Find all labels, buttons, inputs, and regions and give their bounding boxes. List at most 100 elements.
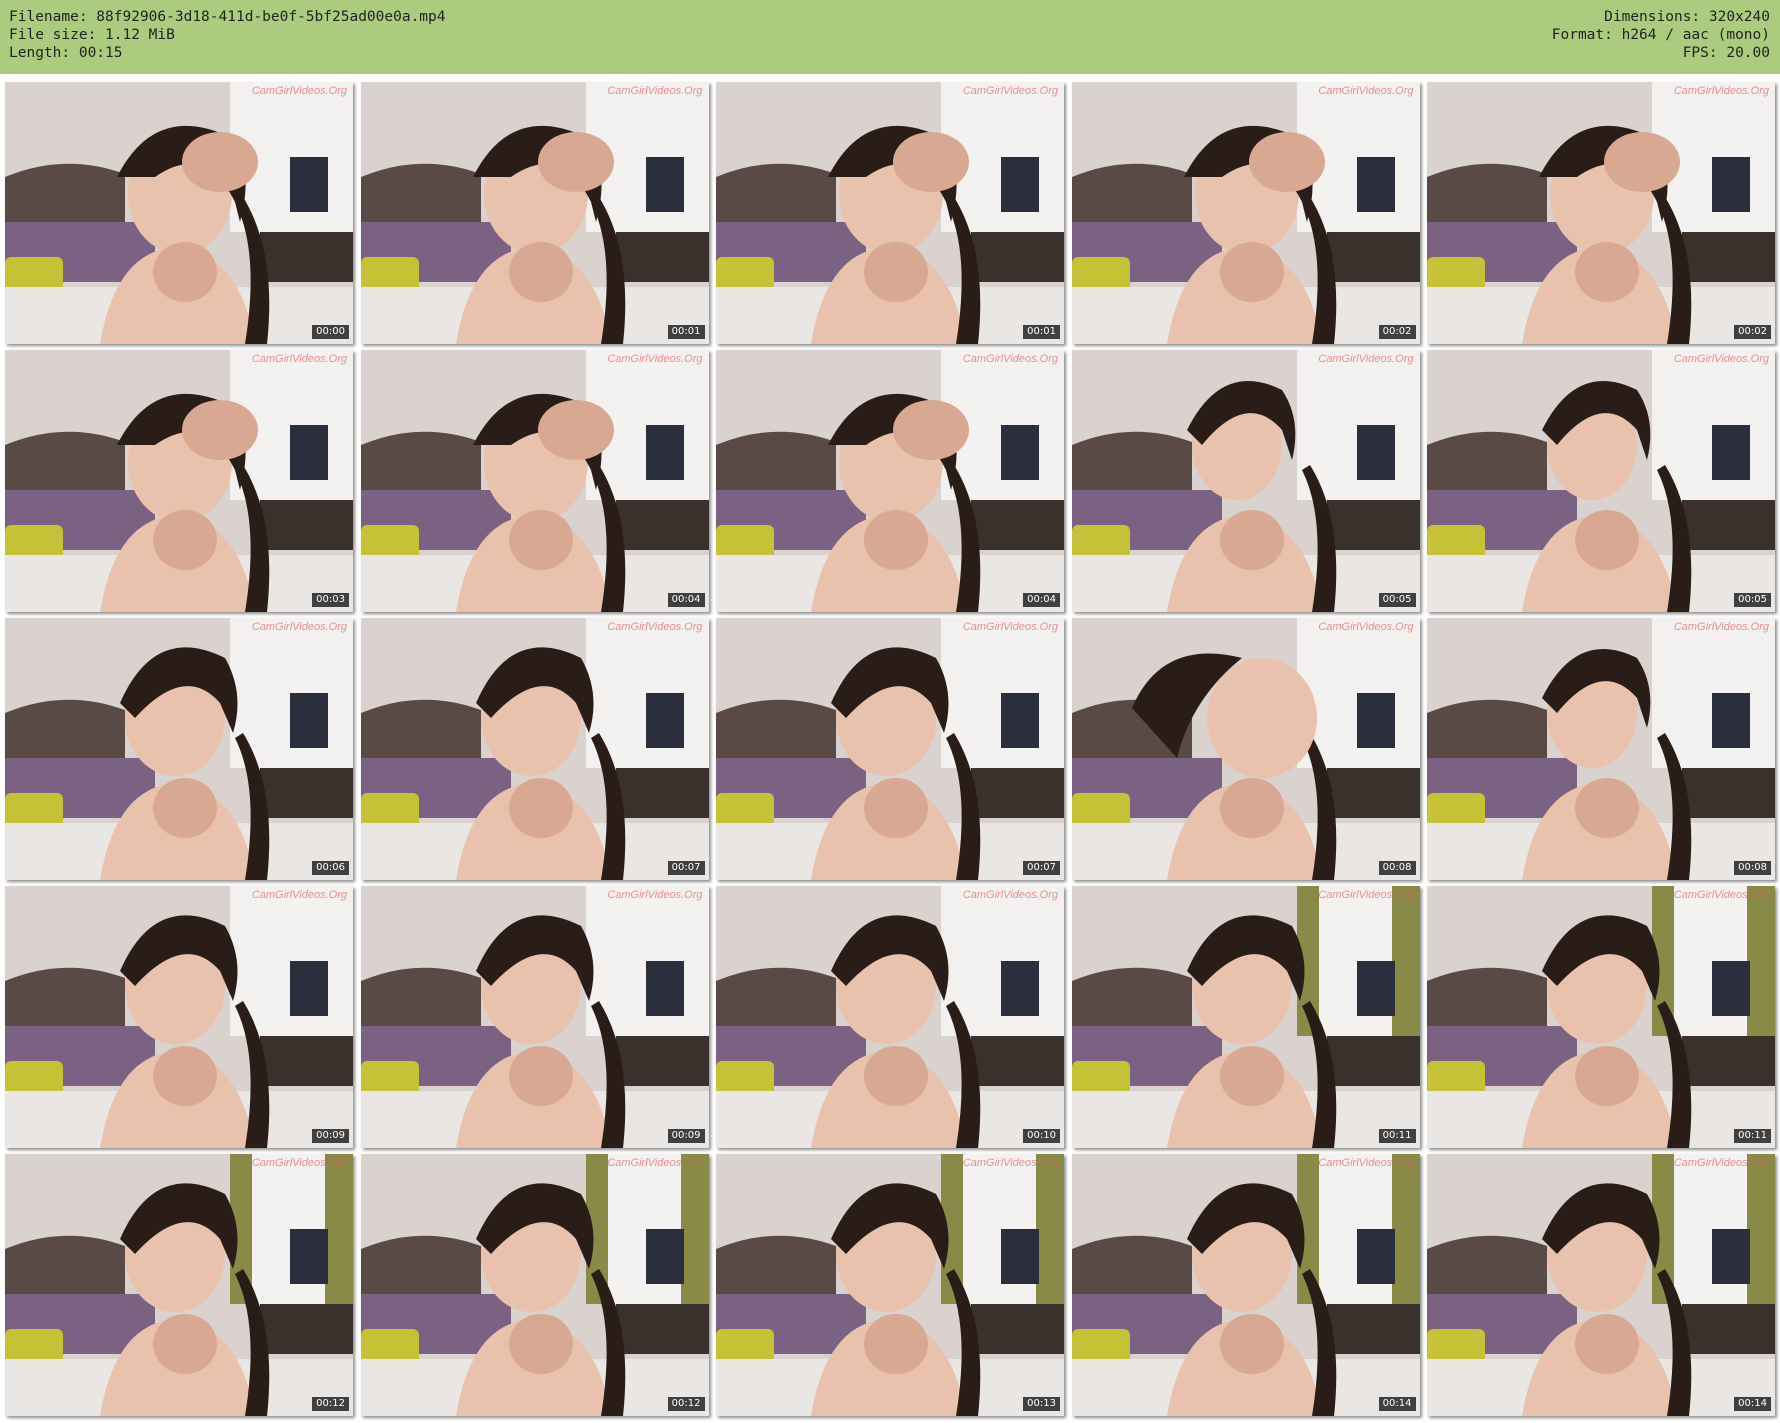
video-frame-thumbnail: CamGirlVideos.Org 00:06 <box>5 618 353 880</box>
watermark-logo: CamGirlVideos.Org <box>1318 85 1414 97</box>
video-frame-thumbnail: CamGirlVideos.Org 00:13 <box>716 1154 1064 1416</box>
watermark-logo: CamGirlVideos.Org <box>1673 85 1769 97</box>
frame-image <box>1427 82 1775 344</box>
watermark-logo: CamGirlVideos.Org <box>962 1157 1058 1169</box>
format-text: Format: h264 / aac (mono) <box>1551 27 1770 43</box>
frame-image <box>1427 618 1775 880</box>
frame-image <box>360 350 709 612</box>
frame-timestamp: 00:11 <box>1378 1129 1416 1143</box>
video-frame-thumbnail: CamGirlVideos.Org 00:03 <box>5 350 353 612</box>
dimensions-text: Dimensions: 320x240 <box>1604 9 1770 25</box>
frame-timestamp: 00:14 <box>1378 1397 1416 1411</box>
video-frame-thumbnail: CamGirlVideos.Org 00:12 <box>360 1154 709 1416</box>
video-frame-thumbnail: CamGirlVideos.Org 00:08 <box>1071 618 1420 880</box>
video-frame-thumbnail: CamGirlVideos.Org 00:01 <box>716 82 1064 344</box>
video-frame-thumbnail: CamGirlVideos.Org 00:02 <box>1427 82 1775 344</box>
fps-text: FPS: 20.00 <box>1682 45 1770 61</box>
frame-image <box>716 886 1064 1148</box>
frame-image <box>1427 1154 1775 1416</box>
watermark-logo: CamGirlVideos.Org <box>251 353 347 365</box>
video-frame-thumbnail: CamGirlVideos.Org 00:04 <box>716 350 1064 612</box>
watermark-logo: CamGirlVideos.Org <box>607 621 703 633</box>
video-frame-thumbnail: CamGirlVideos.Org 00:08 <box>1427 618 1775 880</box>
video-frame-thumbnail: CamGirlVideos.Org 00:10 <box>716 886 1064 1148</box>
video-frame-thumbnail: CamGirlVideos.Org 00:00 <box>5 82 353 344</box>
video-frame-thumbnail: CamGirlVideos.Org 00:07 <box>716 618 1064 880</box>
watermark-logo: CamGirlVideos.Org <box>607 1157 703 1169</box>
frame-image <box>1071 82 1420 344</box>
watermark-logo: CamGirlVideos.Org <box>251 1157 347 1169</box>
frame-timestamp: 00:00 <box>312 325 349 339</box>
watermark-logo: CamGirlVideos.Org <box>1318 621 1414 633</box>
video-frame-thumbnail: CamGirlVideos.Org 00:09 <box>5 886 353 1148</box>
frame-timestamp: 00:05 <box>1734 593 1771 607</box>
watermark-logo: CamGirlVideos.Org <box>251 889 347 901</box>
frame-timestamp: 00:09 <box>667 1129 705 1143</box>
frame-image <box>1427 350 1775 612</box>
video-frame-thumbnail: CamGirlVideos.Org 00:04 <box>360 350 709 612</box>
video-frame-thumbnail: CamGirlVideos.Org 00:14 <box>1427 1154 1775 1416</box>
watermark-logo: CamGirlVideos.Org <box>1673 1157 1769 1169</box>
watermark-logo: CamGirlVideos.Org <box>251 85 347 97</box>
info-header: Filename: 88f92906-3d18-411d-be0f-5bf25a… <box>0 0 1780 74</box>
filesize-text: File size: 1.12 MiB <box>9 27 175 43</box>
filename-text: Filename: 88f92906-3d18-411d-be0f-5bf25a… <box>9 9 446 25</box>
frame-image <box>360 618 709 880</box>
watermark-logo: CamGirlVideos.Org <box>1318 889 1414 901</box>
stream-info: Dimensions: 320x240 Format: h264 / aac (… <box>1552 8 1770 62</box>
video-frame-thumbnail: CamGirlVideos.Org 00:09 <box>360 886 709 1148</box>
frame-image <box>360 82 709 344</box>
frame-timestamp: 00:04 <box>1023 593 1060 607</box>
watermark-logo: CamGirlVideos.Org <box>251 621 347 633</box>
frame-image <box>716 350 1064 612</box>
frame-image <box>1071 618 1420 880</box>
frame-image <box>360 886 709 1148</box>
frame-timestamp: 00:13 <box>1023 1397 1060 1411</box>
video-frame-thumbnail: CamGirlVideos.Org 00:05 <box>1071 350 1420 612</box>
frame-timestamp: 00:09 <box>312 1129 349 1143</box>
watermark-logo: CamGirlVideos.Org <box>1673 353 1769 365</box>
video-frame-thumbnail: CamGirlVideos.Org 00:02 <box>1071 82 1420 344</box>
frame-image <box>716 618 1064 880</box>
watermark-logo: CamGirlVideos.Org <box>962 889 1058 901</box>
watermark-logo: CamGirlVideos.Org <box>607 889 703 901</box>
watermark-logo: CamGirlVideos.Org <box>1318 353 1414 365</box>
frame-image <box>1071 886 1420 1148</box>
frame-image <box>1071 1154 1420 1416</box>
frame-timestamp: 00:05 <box>1378 593 1416 607</box>
frame-image <box>5 1154 353 1416</box>
frame-image <box>1427 886 1775 1148</box>
video-frame-thumbnail: CamGirlVideos.Org 00:11 <box>1427 886 1775 1148</box>
video-frame-thumbnail: CamGirlVideos.Org 00:12 <box>5 1154 353 1416</box>
thumbnail-grid: CamGirlVideos.Org 00:00 CamGirlVideos.Org 0… <box>0 74 1780 1423</box>
frame-image <box>5 886 353 1148</box>
video-frame-thumbnail: CamGirlVideos.Org 00:05 <box>1427 350 1775 612</box>
frame-timestamp: 00:12 <box>312 1397 349 1411</box>
watermark-logo: CamGirlVideos.Org <box>1318 1157 1414 1169</box>
file-info: Filename: 88f92906-3d18-411d-be0f-5bf25a… <box>9 8 446 62</box>
watermark-logo: CamGirlVideos.Org <box>962 621 1058 633</box>
frame-timestamp: 00:02 <box>1734 325 1771 339</box>
frame-image <box>716 82 1064 344</box>
frame-timestamp: 00:07 <box>667 861 705 875</box>
frame-timestamp: 00:10 <box>1023 1129 1060 1143</box>
frame-timestamp: 00:03 <box>312 593 349 607</box>
frame-timestamp: 00:04 <box>667 593 705 607</box>
length-text: Length: 00:15 <box>9 45 123 61</box>
watermark-logo: CamGirlVideos.Org <box>1673 889 1769 901</box>
video-frame-thumbnail: CamGirlVideos.Org 00:11 <box>1071 886 1420 1148</box>
frame-timestamp: 00:12 <box>667 1397 705 1411</box>
frame-timestamp: 00:01 <box>1023 325 1060 339</box>
frame-timestamp: 00:08 <box>1734 861 1771 875</box>
frame-image <box>5 350 353 612</box>
video-frame-thumbnail: CamGirlVideos.Org 00:01 <box>360 82 709 344</box>
watermark-logo: CamGirlVideos.Org <box>962 353 1058 365</box>
watermark-logo: CamGirlVideos.Org <box>607 85 703 97</box>
frame-timestamp: 00:14 <box>1734 1397 1771 1411</box>
frame-timestamp: 00:02 <box>1378 325 1416 339</box>
watermark-logo: CamGirlVideos.Org <box>1673 621 1769 633</box>
frame-image <box>5 618 353 880</box>
frame-timestamp: 00:08 <box>1378 861 1416 875</box>
frame-image <box>1071 350 1420 612</box>
watermark-logo: CamGirlVideos.Org <box>607 353 703 365</box>
